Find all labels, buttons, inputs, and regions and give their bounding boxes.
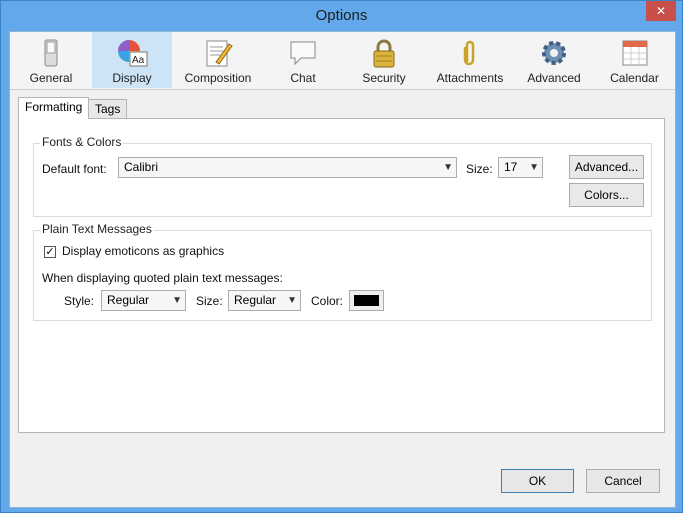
font-size-label: Size:	[466, 162, 493, 176]
emoticons-checkbox[interactable]: ✓	[44, 246, 56, 258]
close-button[interactable]: ✕	[646, 1, 676, 21]
toolbar-label: Advanced	[527, 71, 581, 85]
default-font-label: Default font:	[42, 162, 107, 176]
toolbar-label: Attachments	[436, 71, 504, 85]
ok-button[interactable]: OK	[501, 469, 574, 493]
calendar-icon	[622, 40, 647, 66]
toolbar-item-attachments[interactable]: Attachments	[426, 32, 514, 88]
quote-style-select[interactable]: Regular ▼	[101, 290, 186, 311]
group-title: Fonts & Colors	[40, 135, 124, 149]
tab-formatting[interactable]: Formatting	[18, 97, 90, 119]
toolbar-item-chat[interactable]: Chat	[264, 32, 342, 88]
toolbar-label: Calendar	[610, 71, 659, 85]
font-size-select[interactable]: 17 ▼	[498, 157, 543, 178]
chevron-down-icon: ▼	[529, 162, 539, 173]
emoticons-label[interactable]: Display emoticons as graphics	[62, 244, 224, 258]
tab-tags[interactable]: Tags	[88, 99, 128, 118]
font-size-value: 17	[504, 160, 518, 174]
toolbar-item-composition[interactable]: Composition	[172, 32, 264, 88]
plain-text-group: Plain Text Messages ✓ Display emoticons …	[33, 222, 652, 321]
toolbar-item-display[interactable]: Aa Display	[92, 32, 172, 88]
toolbar-item-security[interactable]: Security	[342, 32, 426, 88]
quote-size-label: Size:	[196, 294, 223, 308]
advanced-fonts-button[interactable]: Advanced...	[569, 155, 644, 179]
quote-size-select[interactable]: Regular ▼	[228, 290, 301, 311]
toolbar-label: Security	[362, 71, 406, 85]
toggle-switch-icon	[44, 39, 58, 67]
chevron-down-icon: ▼	[443, 162, 453, 173]
quote-color-picker[interactable]	[349, 290, 384, 311]
fonts-colors-group: Fonts & Colors Default font: Calibri ▼ S…	[33, 135, 652, 217]
default-font-value: Calibri	[124, 160, 159, 174]
formatting-panel: Fonts & Colors Default font: Calibri ▼ S…	[18, 118, 665, 433]
group-title: Plain Text Messages	[40, 222, 154, 236]
category-toolbar: General Aa Display Composition Chat Secu…	[10, 32, 675, 90]
speech-bubble-icon	[290, 41, 316, 66]
toolbar-label: Chat	[290, 71, 316, 85]
quote-style-label: Style:	[64, 294, 95, 308]
chevron-down-icon: ▼	[172, 295, 182, 306]
toolbar-label: General	[29, 71, 73, 85]
toolbar-label: Composition	[184, 71, 252, 85]
paperclip-icon	[463, 40, 475, 66]
title-bar[interactable]: Options ✕	[1, 1, 682, 31]
padlock-icon	[373, 39, 395, 68]
document-pencil-icon	[206, 40, 233, 67]
quoted-text-label: When displaying quoted plain text messag…	[42, 271, 283, 285]
quote-color-label: Color:	[311, 294, 344, 308]
default-font-select[interactable]: Calibri ▼	[118, 157, 457, 178]
svg-text:Aa: Aa	[132, 55, 145, 66]
toolbar-label: Display	[112, 71, 152, 85]
color-swatch	[354, 295, 379, 306]
toolbar-item-advanced[interactable]: Advanced	[514, 32, 594, 88]
palette-icon: Aa	[118, 40, 148, 67]
dialog-body: General Aa Display Composition Chat Secu…	[9, 31, 676, 508]
options-window: Options ✕ General Aa Display Composition…	[0, 0, 683, 513]
quote-size-value: Regular	[234, 293, 277, 307]
window-title: Options	[315, 7, 368, 24]
colors-button[interactable]: Colors...	[569, 183, 644, 207]
quote-style-value: Regular	[107, 293, 150, 307]
cancel-button[interactable]: Cancel	[586, 469, 660, 493]
chevron-down-icon: ▼	[287, 295, 297, 306]
gear-icon	[542, 41, 566, 65]
toolbar-item-calendar[interactable]: Calendar	[594, 32, 675, 88]
toolbar-item-general[interactable]: General	[10, 32, 92, 88]
